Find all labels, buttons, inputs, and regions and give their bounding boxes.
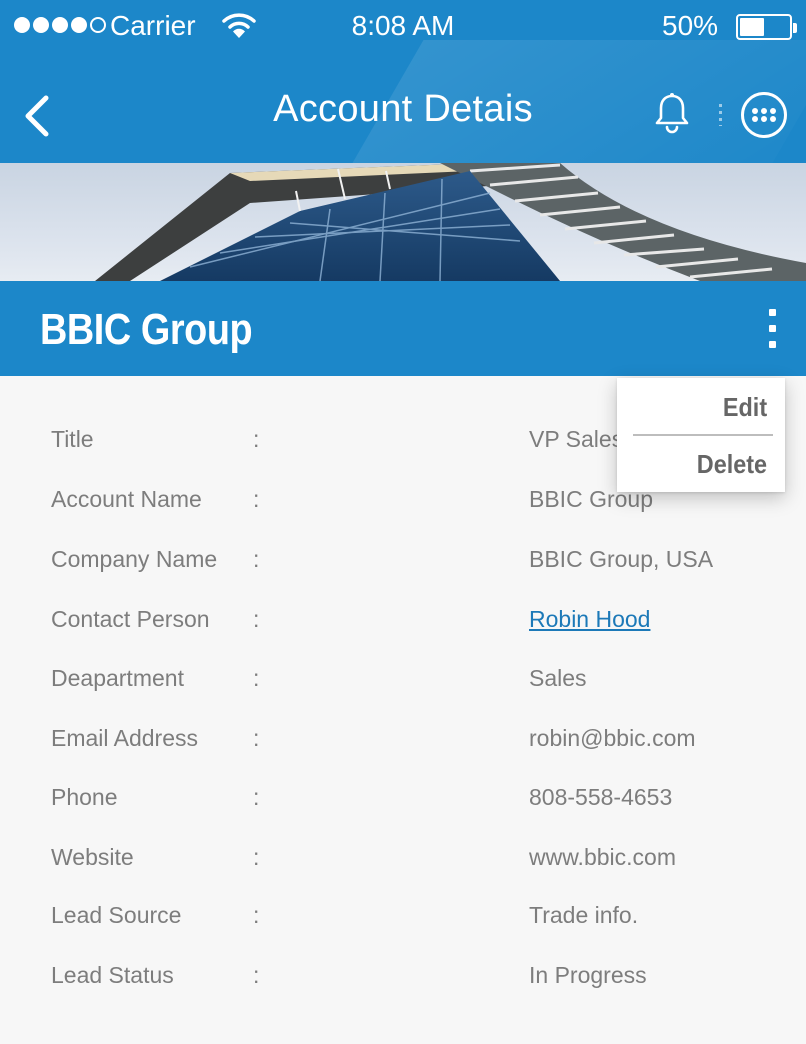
contact-person-link[interactable]: Robin Hood — [529, 606, 650, 633]
detail-label: Contact Person — [51, 606, 210, 632]
edit-menu-item[interactable]: Edit — [723, 392, 767, 423]
navigation-bar: Account Detais — [0, 54, 806, 163]
delete-menu-item[interactable]: Delete — [697, 449, 767, 480]
detail-separator: : — [253, 546, 260, 572]
menu-divider — [633, 434, 773, 436]
building-illustration — [95, 163, 806, 281]
detail-row-website: Website : www.bbic.com — [0, 836, 806, 876]
account-actions-menu: Edit Delete — [617, 378, 785, 492]
detail-label: Deapartment — [51, 665, 184, 691]
more-circle-icon[interactable] — [741, 92, 787, 138]
detail-label: Title — [51, 426, 94, 452]
detail-separator: : — [253, 426, 260, 452]
detail-row-lead-status: Lead Status : In Progress — [0, 954, 806, 994]
detail-separator: : — [253, 725, 260, 751]
detail-label: Company Name — [51, 546, 218, 572]
kebab-vertical-icon[interactable] — [760, 309, 784, 353]
detail-label: Website — [51, 844, 134, 870]
detail-value: In Progress — [529, 962, 647, 988]
detail-value: www.bbic.com — [529, 844, 676, 870]
detail-separator: : — [253, 844, 260, 870]
detail-label: Phone — [51, 784, 118, 810]
detail-value: VP Sales — [529, 426, 624, 452]
detail-separator: : — [253, 665, 260, 691]
detail-separator: : — [253, 784, 260, 810]
detail-row-department: Deapartment : Sales — [0, 657, 806, 697]
detail-value: BBIC Group, USA — [529, 546, 714, 572]
detail-separator: : — [253, 606, 260, 632]
detail-row-company-name: Company Name : BBIC Group, USA — [0, 538, 806, 578]
detail-row-lead-source: Lead Source : Trade info. — [0, 894, 806, 934]
detail-value: robin@bbic.com — [529, 725, 696, 751]
detail-value: Sales — [529, 665, 587, 691]
status-bar: Carrier 8:08 AM 50% — [0, 0, 806, 54]
detail-separator: : — [253, 902, 260, 928]
app-header: Carrier 8:08 AM 50% Account Detais — [0, 0, 806, 163]
battery-icon — [736, 14, 797, 40]
battery-percentage: 50% — [662, 10, 719, 41]
detail-separator: : — [253, 486, 260, 512]
detail-row-contact-person: Contact Person : Robin Hood — [0, 598, 806, 638]
detail-row-email-address: Email Address : robin@bbic.com — [0, 717, 806, 757]
detail-row-phone: Phone : 808-558-4653 — [0, 776, 806, 816]
detail-label: Lead Status — [51, 962, 174, 988]
cover-image — [0, 163, 806, 281]
detail-label: Lead Source — [51, 902, 182, 928]
detail-label: Account Name — [51, 486, 202, 512]
detail-value: Trade info. — [529, 902, 639, 928]
account-header: BBIC Group — [0, 281, 806, 376]
detail-label: Email Address — [51, 725, 199, 751]
bell-icon[interactable] — [654, 92, 690, 134]
detail-value: 808-558-4653 — [529, 784, 673, 810]
account-name: BBIC Group — [40, 305, 253, 354]
battery-level-fill — [740, 18, 764, 36]
nav-divider — [719, 104, 722, 126]
detail-separator: : — [253, 962, 260, 988]
